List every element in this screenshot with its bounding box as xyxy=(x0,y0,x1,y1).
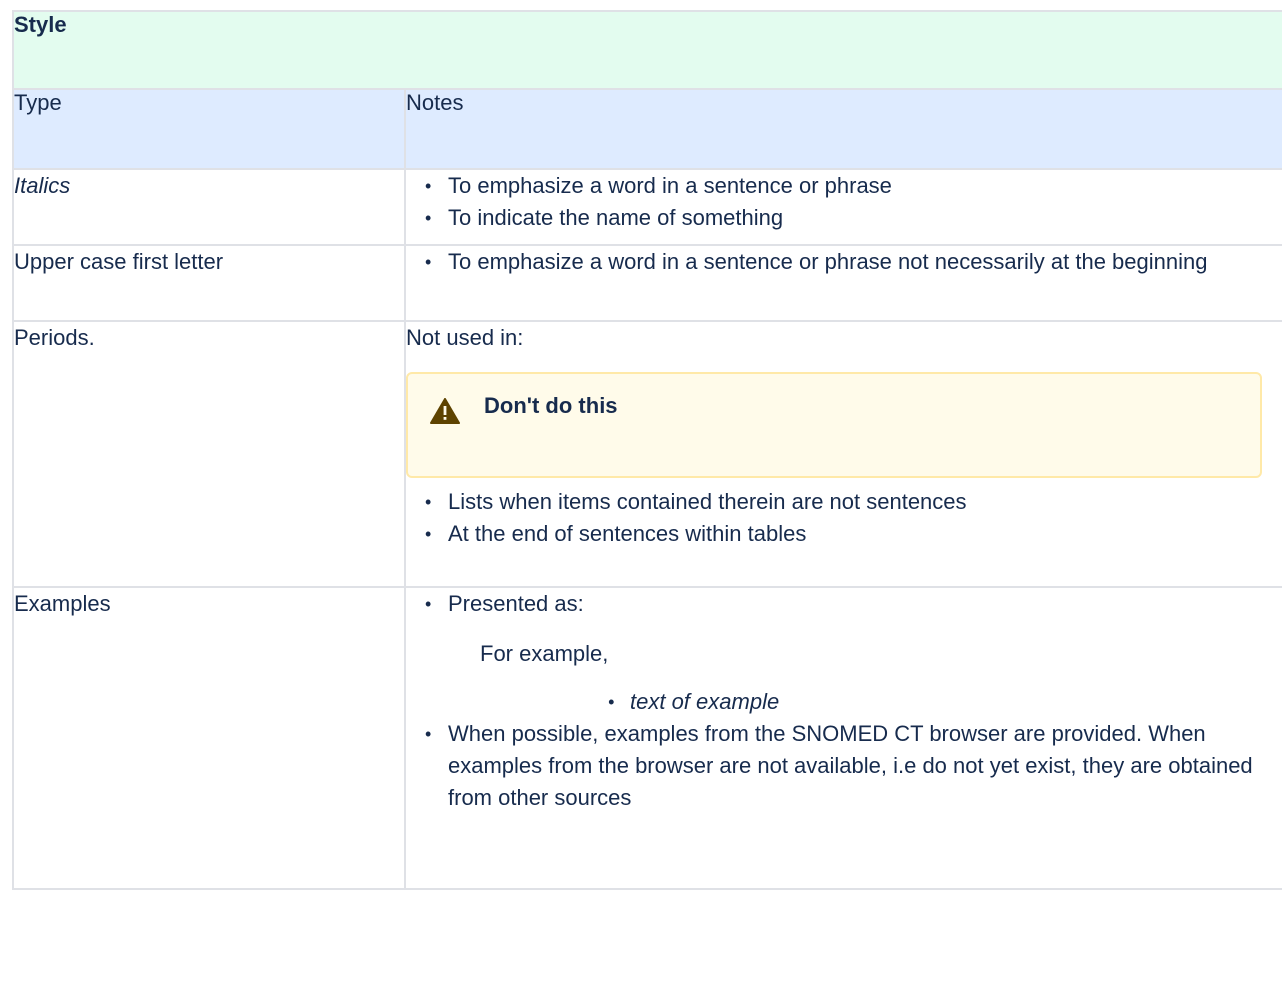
warning-icon xyxy=(430,398,460,424)
column-header-type: Type xyxy=(12,88,406,170)
notes-list: When possible, examples from the SNOMED … xyxy=(406,718,1282,814)
column-header-notes: Notes xyxy=(404,88,1282,170)
presented-as-label: Presented as: xyxy=(448,591,584,616)
list-item: To emphasize a word in a sentence or phr… xyxy=(425,246,1282,278)
example-item: text of example xyxy=(608,686,1262,718)
notes-list: Lists when items contained therein are n… xyxy=(406,486,1282,550)
table-title-row: Style xyxy=(12,10,1282,90)
notes-intro: Not used in: xyxy=(406,325,524,350)
table-row: Examples Presented as: For example, text… xyxy=(12,586,1282,890)
notes-cell-upper: To emphasize a word in a sentence or phr… xyxy=(404,244,1282,322)
page: Style Type Notes Italics To emphasize a … xyxy=(0,0,1282,986)
table-row: Upper case first letter To emphasize a w… xyxy=(12,244,1282,322)
notes-cell-examples: Presented as: For example, text of examp… xyxy=(404,586,1282,890)
notes-cell-italics: To emphasize a word in a sentence or phr… xyxy=(404,168,1282,246)
list-item: At the end of sentences within tables xyxy=(425,518,1282,550)
table-title: Style xyxy=(12,10,1282,90)
style-table: Style Type Notes Italics To emphasize a … xyxy=(12,10,1282,890)
for-example-label: For example, xyxy=(480,641,609,666)
list-item: To indicate the name of something xyxy=(425,202,1282,234)
type-cell-examples: Examples xyxy=(12,586,406,890)
table-row: Periods. Not used in: Don't do this List… xyxy=(12,320,1282,588)
warning-panel: Don't do this xyxy=(406,372,1262,478)
type-cell-italics: Italics xyxy=(12,168,406,246)
warning-title: Don't do this xyxy=(484,393,618,418)
table-header-row: Type Notes xyxy=(12,88,1282,170)
notes-list: Presented as: For example, text of examp… xyxy=(406,588,1282,718)
notes-list: To emphasize a word in a sentence or phr… xyxy=(406,246,1282,278)
notes-list: To emphasize a word in a sentence or phr… xyxy=(406,170,1282,234)
table-row: Italics To emphasize a word in a sentenc… xyxy=(12,168,1282,246)
list-item: Lists when items contained therein are n… xyxy=(425,486,1282,518)
list-item: When possible, examples from the SNOMED … xyxy=(425,718,1282,814)
list-item: Presented as: For example, text of examp… xyxy=(425,588,1282,718)
type-cell-upper: Upper case first letter xyxy=(12,244,406,322)
type-cell-periods: Periods. xyxy=(12,320,406,588)
notes-cell-periods: Not used in: Don't do this Lists when it… xyxy=(404,320,1282,588)
list-item: To emphasize a word in a sentence or phr… xyxy=(425,170,1282,202)
